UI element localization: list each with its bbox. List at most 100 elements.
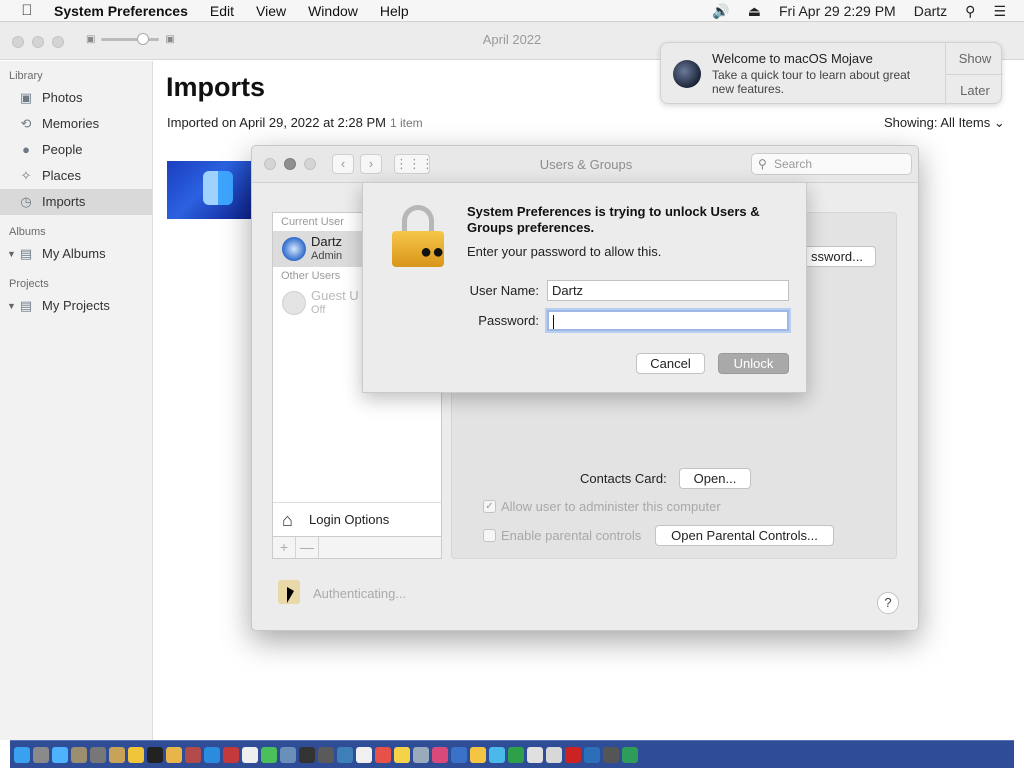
music-icon[interactable] bbox=[432, 746, 448, 763]
quicktime-icon[interactable] bbox=[451, 746, 467, 763]
clock-icon: ◷ bbox=[20, 194, 32, 209]
menu-user[interactable]: Dartz bbox=[914, 3, 947, 19]
dashboard-icon[interactable] bbox=[147, 746, 163, 763]
menu-edit[interactable]: Edit bbox=[210, 3, 234, 19]
notes-icon[interactable] bbox=[356, 746, 372, 763]
sidebar-item-my-projects[interactable]: ▼ ▤ My Projects bbox=[0, 293, 152, 319]
users-icon: ●● bbox=[420, 241, 445, 263]
textedit-icon[interactable] bbox=[527, 746, 543, 763]
auth-prompt: Enter your password to allow this. bbox=[467, 244, 662, 259]
notification-center-icon[interactable]: ☰ bbox=[993, 3, 1006, 20]
sidebar-section-library: Library bbox=[9, 70, 43, 82]
dock bbox=[10, 740, 1014, 768]
help-button[interactable]: ? bbox=[877, 592, 899, 614]
item-count: 1 item bbox=[389, 116, 423, 130]
notification-show-button[interactable]: Show bbox=[947, 51, 1003, 66]
username-label: User Name: bbox=[469, 283, 539, 298]
eject-icon[interactable]: ⏏ bbox=[748, 3, 761, 20]
pin-icon: ✧ bbox=[20, 168, 32, 183]
list-buttons: + — bbox=[273, 536, 441, 558]
authenticating-status: Authenticating... bbox=[278, 580, 406, 604]
search-input[interactable]: ⚲ Search bbox=[751, 153, 912, 175]
grapher-icon[interactable] bbox=[299, 746, 315, 763]
cancel-button[interactable]: Cancel bbox=[636, 353, 705, 374]
sidebar-item-people[interactable]: ● People bbox=[0, 137, 152, 163]
photos-sidebar: Library ▣ Photos ⟲ Memories ● People ✧ Place… bbox=[0, 61, 153, 740]
disclosure-triangle-icon[interactable]: ▼ bbox=[7, 293, 16, 319]
remove-user-button[interactable]: — bbox=[296, 537, 319, 558]
username-field[interactable]: Dartz bbox=[547, 280, 789, 301]
photos-icon[interactable] bbox=[394, 746, 410, 763]
siri-icon[interactable] bbox=[489, 746, 505, 763]
numbers-icon[interactable] bbox=[508, 746, 524, 763]
sidebar-item-photos[interactable]: ▣ Photos bbox=[0, 85, 152, 111]
import-subtitle: Imported on April 29, 2022 at 2:28 PM 1 i… bbox=[167, 115, 423, 130]
calendar-icon[interactable] bbox=[242, 746, 258, 763]
auth-message: System Preferences is trying to unlock U… bbox=[467, 204, 760, 235]
add-user-button[interactable]: + bbox=[273, 537, 296, 558]
automator-icon[interactable] bbox=[71, 746, 87, 763]
disclosure-triangle-icon[interactable]: ▼ bbox=[7, 241, 16, 267]
allow-admin-checkbox[interactable]: ✓ Allow user to administer this computer bbox=[483, 499, 721, 514]
volume-icon[interactable]: 🔊 bbox=[712, 3, 729, 20]
maps-icon[interactable] bbox=[337, 746, 353, 763]
open-contacts-button[interactable]: Open... bbox=[679, 468, 751, 489]
auth-dialog: ●● System Preferences is trying to unloc… bbox=[362, 182, 807, 393]
sidebar-item-memories[interactable]: ⟲ Memories bbox=[0, 111, 152, 137]
sidebar-item-my-albums[interactable]: ▼ ▤ My Albums bbox=[0, 241, 152, 267]
chevron-down-icon: ⌄ bbox=[993, 115, 1005, 130]
terminal-icon[interactable] bbox=[318, 746, 334, 763]
launchpad-icon[interactable] bbox=[33, 746, 49, 763]
parental-controls-checkbox[interactable]: Enable parental controls bbox=[483, 528, 641, 543]
folder-icon: ▤ bbox=[19, 298, 33, 313]
photo-booth-icon[interactable] bbox=[375, 746, 391, 763]
person-icon: ● bbox=[22, 142, 30, 157]
notification-banner[interactable]: Welcome to macOS Mojave Take a quick tou… bbox=[660, 42, 1003, 105]
login-options-item[interactable]: ⌂ Login Options bbox=[273, 502, 441, 536]
text-caret bbox=[553, 314, 554, 329]
sidebar-item-imports[interactable]: ◷ Imports bbox=[0, 189, 152, 215]
photos-icon: ▣ bbox=[19, 90, 33, 105]
menu-view[interactable]: View bbox=[256, 3, 286, 19]
font-book-icon[interactable] bbox=[223, 746, 239, 763]
utility-icon[interactable] bbox=[90, 746, 106, 763]
search-icon: ⚲ bbox=[758, 157, 767, 171]
time-machine-icon[interactable] bbox=[546, 746, 562, 763]
system-preferences-icon[interactable] bbox=[584, 746, 600, 763]
dictionary-icon[interactable] bbox=[166, 746, 182, 763]
house-icon: ⌂ bbox=[282, 510, 293, 530]
messages-icon[interactable] bbox=[261, 746, 277, 763]
password-field[interactable] bbox=[547, 310, 789, 331]
menu-help[interactable]: Help bbox=[380, 3, 409, 19]
finder-icon[interactable] bbox=[14, 746, 30, 763]
mail-icon[interactable] bbox=[280, 746, 296, 763]
unlock-button[interactable]: Unlock bbox=[718, 353, 789, 374]
apple-icon[interactable]:  bbox=[18, 2, 36, 19]
news-icon[interactable] bbox=[565, 746, 581, 763]
sidebar-item-places[interactable]: ✧ Places bbox=[0, 163, 152, 189]
showing-filter[interactable]: Showing: All Items ⌄ bbox=[884, 115, 1005, 131]
finder-icon bbox=[203, 171, 233, 205]
menu-clock[interactable]: Fri Apr 29 2:29 PM bbox=[779, 3, 896, 19]
guest-avatar bbox=[282, 291, 306, 315]
chess-icon[interactable] bbox=[128, 746, 144, 763]
menu-app-name[interactable]: System Preferences bbox=[54, 3, 188, 19]
notification-body: Take a quick tour to learn about great n… bbox=[712, 68, 911, 96]
page-title: Imports bbox=[166, 72, 266, 102]
notification-title: Welcome to macOS Mojave bbox=[712, 51, 873, 66]
folder-icon: ▤ bbox=[19, 246, 33, 261]
menu-window[interactable]: Window bbox=[308, 3, 358, 19]
open-parental-controls-button[interactable]: Open Parental Controls... bbox=[655, 525, 834, 546]
trash-icon[interactable] bbox=[622, 746, 638, 763]
facetime-icon[interactable] bbox=[185, 746, 201, 763]
photo-thumbnail[interactable] bbox=[167, 161, 253, 219]
notification-later-button[interactable]: Later bbox=[947, 83, 1003, 98]
stickies-icon[interactable] bbox=[470, 746, 486, 763]
preview-icon[interactable] bbox=[413, 746, 429, 763]
book-icon[interactable] bbox=[109, 746, 125, 763]
activity-monitor-icon[interactable] bbox=[603, 746, 619, 763]
app-store-icon[interactable] bbox=[52, 746, 68, 763]
spotlight-icon[interactable]: ⚲ bbox=[965, 3, 975, 20]
safari-icon[interactable] bbox=[204, 746, 220, 763]
password-label: Password: bbox=[478, 313, 539, 328]
